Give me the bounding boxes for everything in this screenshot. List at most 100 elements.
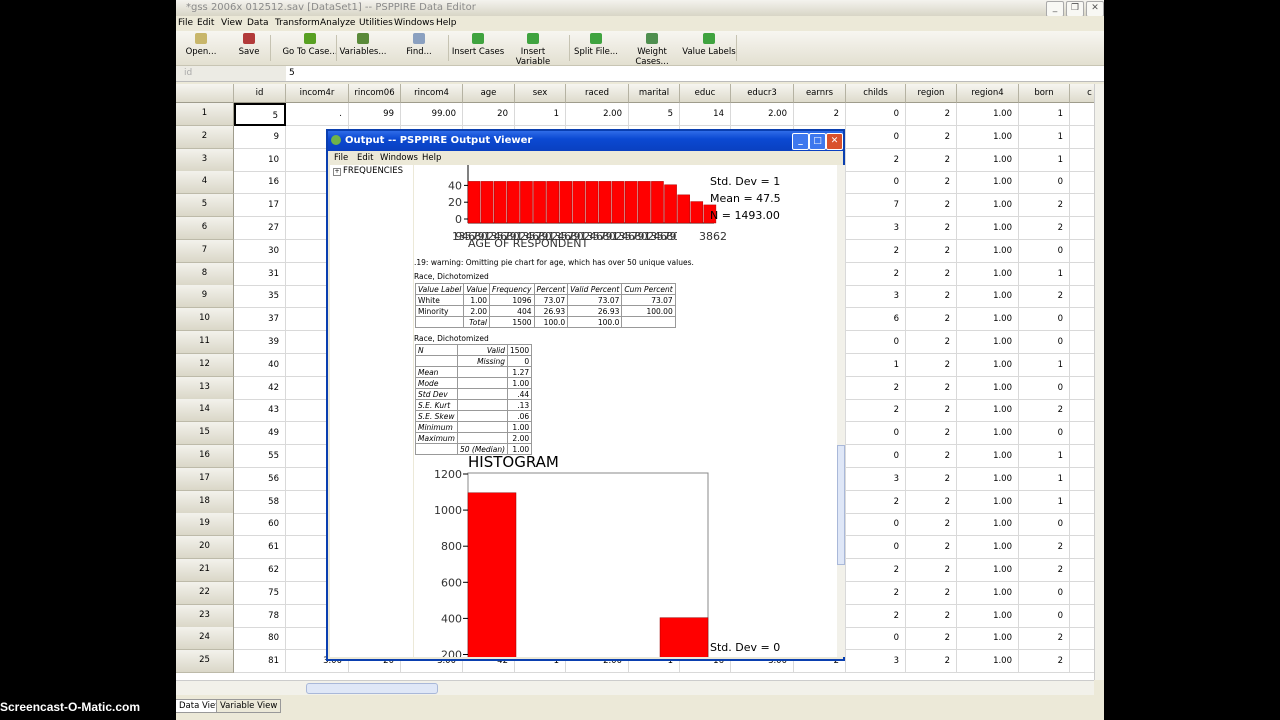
grid-cell[interactable]: 2 [846, 239, 906, 263]
menu-utilities[interactable]: Utilities [359, 16, 393, 31]
toolbar-button-insert-cases[interactable]: Insert Cases [448, 33, 508, 57]
grid-cell[interactable]: 2 [906, 262, 957, 286]
grid-cell[interactable]: 2 [1019, 627, 1070, 651]
grid-cell[interactable]: 1.00 [957, 103, 1019, 126]
grid-cell[interactable]: 0 [1019, 308, 1070, 332]
active-cell[interactable]: 5 [234, 103, 286, 126]
output-menu-help[interactable]: Help [422, 151, 441, 165]
row-header[interactable]: 10 [176, 308, 234, 332]
row-header[interactable]: 12 [176, 353, 234, 377]
grid-cell[interactable]: 2 [906, 171, 957, 195]
grid-cell[interactable]: 2 [1019, 217, 1070, 240]
grid-cell[interactable]: 0 [846, 422, 906, 446]
grid-cell[interactable]: 2 [906, 125, 957, 149]
grid-cell[interactable] [1070, 513, 1094, 537]
grid-cell[interactable]: 2 [1019, 194, 1070, 218]
row-header[interactable]: 21 [176, 559, 234, 582]
menu-windows[interactable]: Windows [394, 16, 434, 31]
row-header[interactable]: 20 [176, 536, 234, 560]
grid-vertical-scrollbar[interactable] [1094, 84, 1104, 680]
grid-cell[interactable]: 1 [1019, 445, 1070, 468]
grid-cell[interactable]: 1.00 [957, 536, 1019, 560]
grid-cell[interactable] [1070, 627, 1094, 651]
grid-cell[interactable]: 1.00 [957, 467, 1019, 491]
row-header[interactable]: 15 [176, 422, 234, 446]
row-header[interactable]: 16 [176, 445, 234, 468]
grid-cell[interactable]: 1.00 [957, 581, 1019, 605]
output-close-button[interactable]: ✕ [826, 133, 843, 150]
grid-cell[interactable]: 40 [234, 353, 286, 377]
grid-cell[interactable]: 2 [794, 103, 846, 126]
row-header[interactable]: 7 [176, 239, 234, 263]
grid-cell[interactable]: 1.00 [957, 125, 1019, 149]
grid-cell[interactable]: 30 [234, 239, 286, 263]
grid-cell[interactable]: 42 [234, 376, 286, 400]
column-header[interactable]: born [1019, 84, 1070, 103]
grid-cell[interactable]: 0 [846, 103, 906, 126]
grid-cell[interactable]: 0 [846, 331, 906, 354]
row-header[interactable]: 13 [176, 376, 234, 400]
grid-cell[interactable]: 1 [1019, 353, 1070, 377]
grid-cell[interactable]: 1.00 [957, 422, 1019, 446]
grid-cell[interactable] [1070, 103, 1094, 126]
grid-cell[interactable]: 1.00 [957, 559, 1019, 582]
row-header[interactable]: 5 [176, 194, 234, 218]
grid-cell[interactable]: 2 [906, 148, 957, 172]
column-header[interactable]: raced [566, 84, 629, 103]
row-header[interactable]: 23 [176, 604, 234, 628]
grid-cell[interactable]: 43 [234, 399, 286, 423]
grid-cell[interactable] [1070, 605, 1094, 628]
tab-variable-view[interactable]: Variable View [216, 699, 282, 713]
grid-cell[interactable] [1070, 354, 1094, 377]
grid-cell[interactable] [1070, 399, 1094, 423]
grid-cell[interactable] [1070, 263, 1094, 286]
grid-cell[interactable]: 2 [846, 490, 906, 514]
grid-cell[interactable]: 2 [906, 536, 957, 560]
grid-cell[interactable]: 2 [1019, 536, 1070, 560]
grid-cell[interactable]: 2 [1019, 399, 1070, 423]
grid-cell[interactable]: 2 [906, 217, 957, 240]
grid-cell[interactable]: 0 [1019, 331, 1070, 354]
column-header[interactable]: age [463, 84, 515, 103]
grid-cell[interactable]: 1.00 [957, 239, 1019, 263]
toolbar-button-split-file[interactable]: Split File... [566, 33, 626, 57]
grid-cell[interactable]: 58 [234, 490, 286, 514]
grid-cell[interactable]: 1 [1019, 490, 1070, 514]
column-header[interactable]: educr3 [731, 84, 794, 103]
cell-name-field[interactable]: id [176, 66, 286, 81]
grid-cell[interactable]: 80 [234, 627, 286, 651]
output-menu-windows[interactable]: Windows [380, 151, 418, 165]
grid-cell[interactable] [1070, 171, 1094, 195]
grid-cell[interactable]: 2 [846, 376, 906, 400]
scroll-thumb[interactable] [306, 683, 438, 694]
grid-cell[interactable]: 2 [906, 194, 957, 218]
column-header[interactable]: marital [629, 84, 680, 103]
grid-cell[interactable]: 1 [846, 353, 906, 377]
grid-cell[interactable]: 5 [629, 103, 680, 126]
toolbar-button-insert-variable[interactable]: Insert Variable [503, 33, 563, 67]
grid-cell[interactable] [1070, 377, 1094, 400]
grid-cell[interactable] [1070, 491, 1094, 514]
grid-cell[interactable]: 2 [906, 103, 957, 126]
grid-cell[interactable]: 2 [906, 513, 957, 537]
grid-cell[interactable]: 2 [846, 604, 906, 628]
maximize-button[interactable]: ❐ [1066, 1, 1084, 17]
grid-cell[interactable]: 55 [234, 445, 286, 468]
column-header[interactable]: incom4r [286, 84, 349, 103]
grid-cell[interactable]: 1.00 [957, 262, 1019, 286]
grid-cell[interactable] [1070, 445, 1094, 468]
grid-cell[interactable] [1070, 285, 1094, 309]
menu-view[interactable]: View [221, 16, 242, 31]
grid-cell[interactable]: 2 [906, 399, 957, 423]
grid-cell[interactable]: 0 [1019, 422, 1070, 446]
grid-cell[interactable]: 2 [906, 445, 957, 468]
grid-cell[interactable]: 0 [846, 627, 906, 651]
grid-cell[interactable]: 7 [846, 194, 906, 218]
expand-icon[interactable]: + [333, 168, 341, 176]
output-maximize-button[interactable]: □ [809, 133, 826, 150]
row-header[interactable]: 4 [176, 171, 234, 195]
column-header[interactable]: rincom06 [349, 84, 401, 103]
grid-cell[interactable]: 37 [234, 308, 286, 332]
row-header[interactable]: 17 [176, 467, 234, 491]
grid-cell[interactable]: 1.00 [957, 308, 1019, 332]
